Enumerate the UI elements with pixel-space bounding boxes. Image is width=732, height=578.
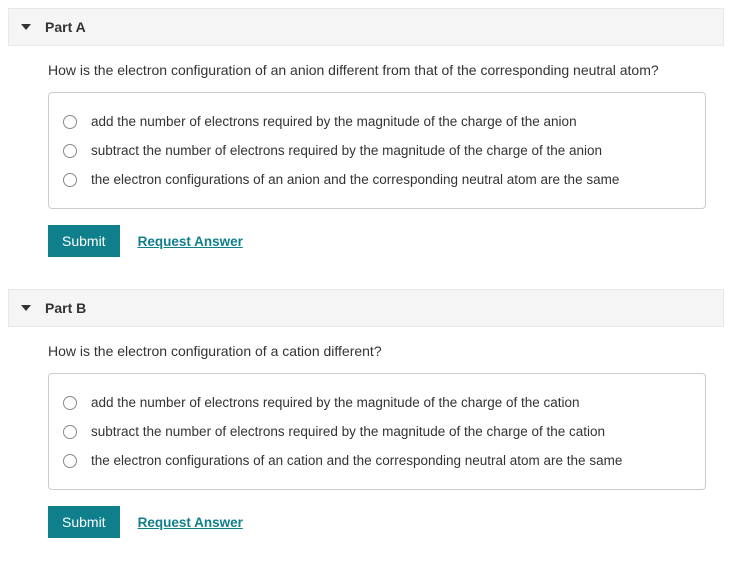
- option-row[interactable]: add the number of electrons required by …: [63, 388, 691, 417]
- caret-down-icon: [21, 305, 31, 311]
- option-row[interactable]: the electron configurations of an anion …: [63, 165, 691, 194]
- part-b-header[interactable]: Part B: [8, 289, 724, 327]
- part-a-header[interactable]: Part A: [8, 8, 724, 46]
- option-label: the electron configurations of an cation…: [91, 453, 622, 468]
- part-a: Part A How is the electron configuration…: [8, 8, 724, 265]
- radio-icon[interactable]: [63, 173, 77, 187]
- option-label: subtract the number of electrons require…: [91, 143, 602, 158]
- part-a-actions: Submit Request Answer: [48, 225, 706, 257]
- part-a-title: Part A: [45, 19, 86, 35]
- option-label: add the number of electrons required by …: [91, 395, 580, 410]
- radio-icon[interactable]: [63, 115, 77, 129]
- submit-button[interactable]: Submit: [48, 225, 120, 257]
- part-b-options: add the number of electrons required by …: [48, 373, 706, 490]
- submit-button[interactable]: Submit: [48, 506, 120, 538]
- part-a-options: add the number of electrons required by …: [48, 92, 706, 209]
- option-row[interactable]: the electron configurations of an cation…: [63, 446, 691, 475]
- part-a-question: How is the electron configuration of an …: [48, 62, 706, 78]
- option-label: add the number of electrons required by …: [91, 114, 577, 129]
- part-b-actions: Submit Request Answer: [48, 506, 706, 538]
- part-b-title: Part B: [45, 300, 86, 316]
- part-b-question: How is the electron configuration of a c…: [48, 343, 706, 359]
- radio-icon[interactable]: [63, 396, 77, 410]
- radio-icon[interactable]: [63, 425, 77, 439]
- part-b: Part B How is the electron configuration…: [8, 289, 724, 546]
- radio-icon[interactable]: [63, 454, 77, 468]
- caret-down-icon: [21, 24, 31, 30]
- request-answer-link[interactable]: Request Answer: [138, 234, 243, 249]
- option-row[interactable]: add the number of electrons required by …: [63, 107, 691, 136]
- request-answer-link[interactable]: Request Answer: [138, 515, 243, 530]
- option-row[interactable]: subtract the number of electrons require…: [63, 136, 691, 165]
- option-label: subtract the number of electrons require…: [91, 424, 605, 439]
- part-a-body: How is the electron configuration of an …: [8, 46, 724, 265]
- option-row[interactable]: subtract the number of electrons require…: [63, 417, 691, 446]
- radio-icon[interactable]: [63, 144, 77, 158]
- option-label: the electron configurations of an anion …: [91, 172, 619, 187]
- part-b-body: How is the electron configuration of a c…: [8, 327, 724, 546]
